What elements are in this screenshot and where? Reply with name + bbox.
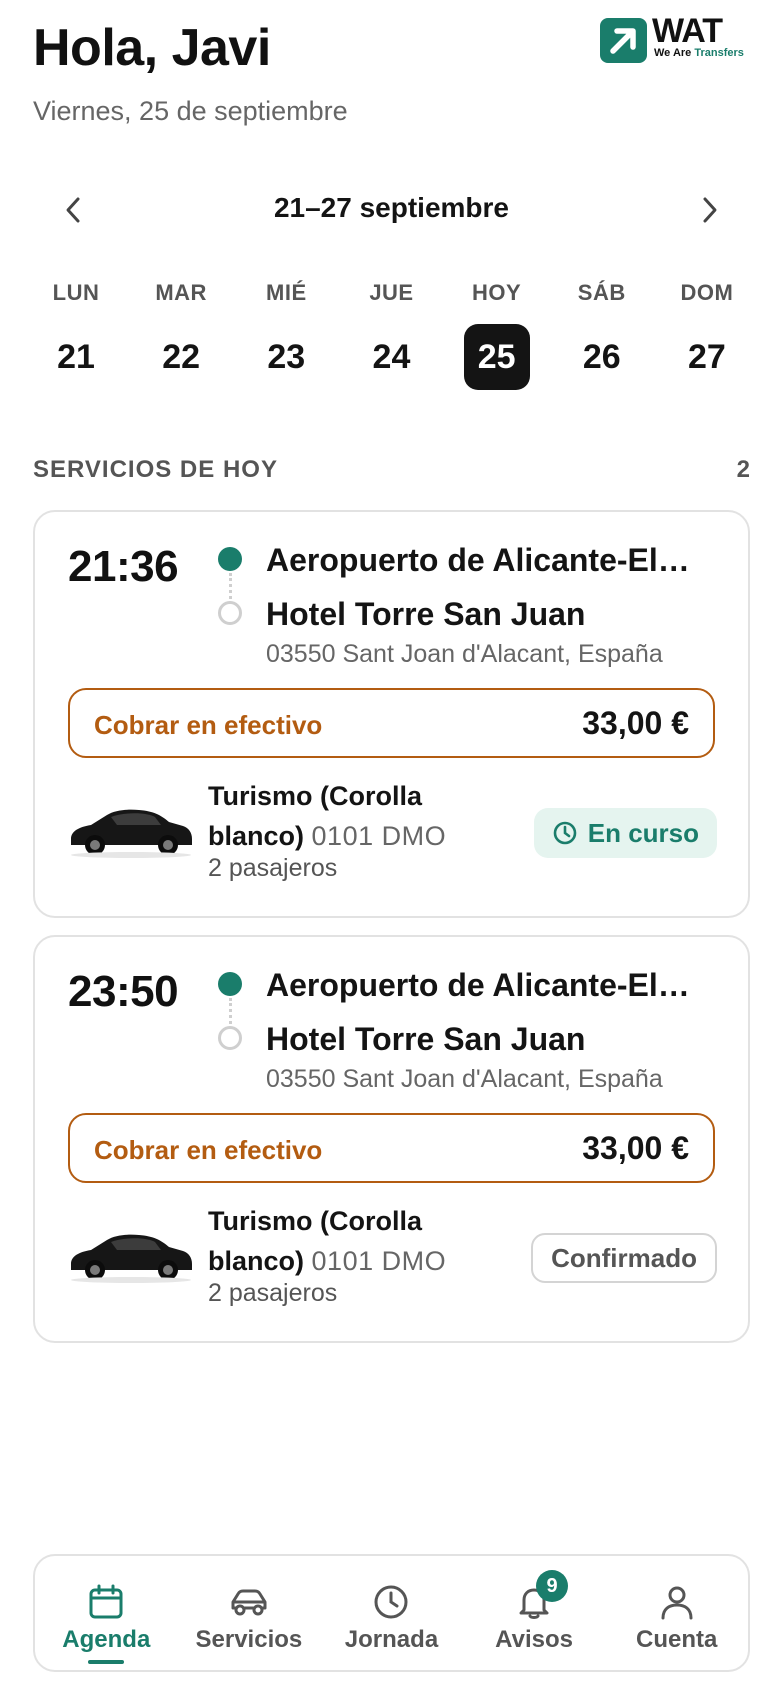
car-icon xyxy=(231,1589,267,1616)
day-name: MAR xyxy=(155,280,207,305)
week-navigator: 21–27 septiembre xyxy=(33,180,750,240)
day-number: 23 xyxy=(267,338,306,376)
service-card[interactable]: 23:50 Aeropuerto de Alicante-Elche Migue… xyxy=(33,935,750,1343)
route-connector xyxy=(229,998,232,1024)
license-plate: 0101 DMO xyxy=(311,1246,447,1276)
day-sunday[interactable]: DOM 27 xyxy=(664,280,750,400)
day-number: 21 xyxy=(57,338,95,376)
bottom-tab-bar: Agenda Servicios Jornada 9 Avisos Cuenta xyxy=(33,1554,750,1672)
current-date: Viernes, 25 de septiembre xyxy=(33,96,348,126)
services-section-header: SERVICIOS DE HOY 2 xyxy=(33,456,750,486)
arrow-logo-icon xyxy=(600,18,647,63)
header: Hola, Javi Viernes, 25 de septiembre WAT… xyxy=(33,12,750,138)
cash-label: Cobrar en efectivo xyxy=(94,1135,323,1165)
chevron-right-icon xyxy=(703,197,717,223)
day-number: 22 xyxy=(162,338,201,376)
notification-badge: 9 xyxy=(536,1570,569,1602)
pickup-time: 23:50 xyxy=(68,967,179,1016)
tab-cuenta[interactable]: Cuenta xyxy=(605,1556,748,1670)
day-name: SÁB xyxy=(577,280,626,305)
day-wednesday[interactable]: MIÉ 23 xyxy=(243,280,329,400)
tab-label: Cuenta xyxy=(636,1626,718,1653)
passenger-count: 2 pasajeros xyxy=(208,1279,338,1307)
day-name: JUE xyxy=(369,280,414,305)
day-thursday[interactable]: JUE 24 xyxy=(348,280,434,400)
origin-name: Aeropuerto de Alicante-Elche Miguel Hern… xyxy=(266,967,706,1003)
cash-payment-box[interactable]: Cobrar en efectivo 33,00 € xyxy=(68,1113,715,1183)
day-number: 24 xyxy=(372,338,411,376)
origin-dot-icon xyxy=(218,972,242,996)
day-saturday[interactable]: SÁB 26 xyxy=(559,280,645,400)
cash-amount: 33,00 € xyxy=(582,1130,689,1166)
passenger-count: 2 pasajeros xyxy=(208,854,338,882)
next-week-button[interactable] xyxy=(680,180,740,240)
logo-text: WAT xyxy=(652,12,723,50)
destination-dot-icon xyxy=(218,601,242,625)
license-plate: 0101 DMO xyxy=(311,821,447,851)
vehicle-description: Turismo (Corolla blanco) 0101 DMO xyxy=(208,776,478,856)
tab-label: Agenda xyxy=(62,1626,151,1653)
calendar-icon xyxy=(89,1584,123,1619)
cash-payment-box[interactable]: Cobrar en efectivo 33,00 € xyxy=(68,688,715,758)
status-badge: En curso xyxy=(533,808,717,858)
status-text: Confirmado xyxy=(551,1242,697,1273)
clock-icon xyxy=(553,821,577,845)
day-number: 25 xyxy=(463,324,530,390)
destination-dot-icon xyxy=(218,1026,242,1050)
origin-name: Aeropuerto de Alicante-Elche Miguel Hern… xyxy=(266,542,706,578)
cash-label: Cobrar en efectivo xyxy=(94,710,323,740)
tab-jornada[interactable]: Jornada xyxy=(320,1556,463,1670)
section-title: SERVICIOS DE HOY xyxy=(33,456,278,483)
service-card[interactable]: 21:36 Aeropuerto de Alicante-Elche Migue… xyxy=(33,510,750,918)
logo-subtitle: We Are Transfers xyxy=(654,47,744,59)
clock-icon xyxy=(374,1585,408,1619)
day-tuesday[interactable]: MAR 22 xyxy=(138,280,224,400)
tab-agenda[interactable]: Agenda xyxy=(35,1556,178,1670)
cash-amount: 33,00 € xyxy=(582,705,689,741)
day-name: LUN xyxy=(52,280,100,305)
status-text: En curso xyxy=(587,817,699,848)
day-name: HOY xyxy=(472,280,522,305)
day-monday[interactable]: LUN 21 xyxy=(33,280,119,400)
day-number: 26 xyxy=(582,338,621,376)
services-count: 2 xyxy=(736,456,750,483)
destination-name: Hotel Torre San Juan xyxy=(266,1021,586,1057)
destination-name: Hotel Torre San Juan xyxy=(266,596,586,632)
pickup-time: 21:36 xyxy=(68,542,179,591)
destination-address: 03550 Sant Joan d'Alacant, España xyxy=(266,640,663,668)
car-image xyxy=(71,809,192,858)
tab-label: Avisos xyxy=(495,1626,573,1653)
tab-servicios[interactable]: Servicios xyxy=(178,1556,321,1670)
day-selector: LUN 21 MAR 22 MIÉ 23 JUE 24 HOY 25 SÁB 2… xyxy=(33,280,750,400)
day-number: 27 xyxy=(688,338,726,376)
tab-avisos[interactable]: 9 Avisos xyxy=(463,1556,606,1670)
day-today-selected[interactable]: HOY 25 xyxy=(454,280,540,400)
destination-address: 03550 Sant Joan d'Alacant, España xyxy=(266,1065,663,1093)
day-name: DOM xyxy=(680,280,734,305)
vehicle-description: Turismo (Corolla blanco) 0101 DMO xyxy=(208,1201,478,1281)
route-connector xyxy=(229,573,232,599)
tab-label: Servicios xyxy=(195,1626,303,1653)
active-tab-indicator xyxy=(88,1660,125,1664)
user-icon xyxy=(661,1586,693,1620)
day-name: MIÉ xyxy=(266,280,307,305)
tab-label: Jornada xyxy=(344,1626,439,1653)
status-badge: Confirmado xyxy=(531,1233,717,1283)
wat-logo: WAT We Are Transfers xyxy=(600,12,750,66)
car-image xyxy=(71,1234,192,1283)
origin-dot-icon xyxy=(218,547,242,571)
week-range-label: 21–27 septiembre xyxy=(273,192,510,223)
